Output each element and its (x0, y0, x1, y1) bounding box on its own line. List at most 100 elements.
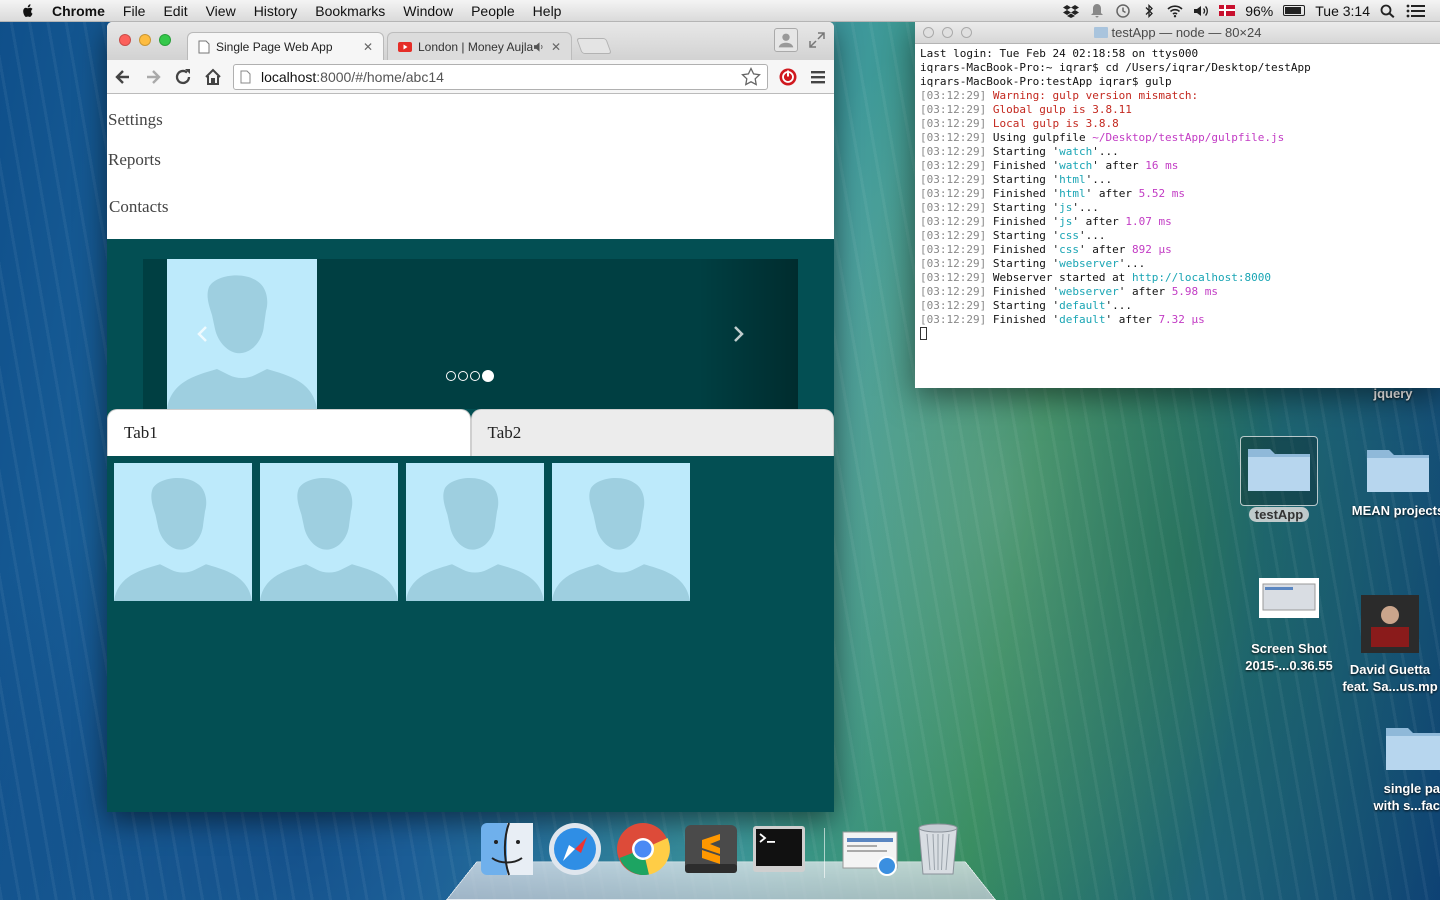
terminal-line: [03:12:29] Global gulp is 3.8.11 (920, 103, 1435, 117)
desktop-file-screenshot[interactable]: Screen Shot 2015-...0.36.55 (1234, 578, 1344, 674)
chrome-icon[interactable] (614, 820, 672, 878)
close-button[interactable] (923, 27, 934, 38)
browser-tab-active[interactable]: Single Page Web App ✕ (187, 32, 384, 60)
apple-icon[interactable] (18, 3, 38, 19)
terminal-text: 892 μs (1131, 243, 1172, 256)
terminal-text: [03:12:29] (920, 131, 987, 144)
desktop-folder-testapp[interactable]: testApp (1240, 436, 1318, 523)
dock-separator (824, 828, 825, 878)
menu-history[interactable]: History (254, 3, 298, 19)
screenshot-thumbnail-icon (1259, 578, 1319, 618)
zoom-button[interactable] (961, 27, 972, 38)
browser-tab-inactive[interactable]: London | Money Aujla F ✕ (387, 32, 572, 60)
fullscreen-icon[interactable] (808, 31, 826, 49)
terminal-output[interactable]: Last login: Tue Feb 24 02:18:58 on ttys0… (915, 44, 1440, 345)
notification-bell-icon[interactable] (1089, 3, 1105, 18)
menu-bar: Chrome File Edit View History Bookmarks … (0, 0, 1440, 22)
carousel-prev-chevron-icon[interactable] (193, 324, 213, 344)
browser-toolbar: localhost:8000/#/home/abc14 (107, 60, 834, 94)
terminal-text: html (1059, 173, 1086, 186)
time-machine-icon[interactable] (1115, 3, 1131, 18)
terminal-text: [03:12:29] (920, 271, 987, 284)
menu-people[interactable]: People (471, 3, 515, 19)
notification-center-icon[interactable] (1406, 4, 1426, 18)
menu-window[interactable]: Window (403, 3, 453, 19)
tab-1[interactable]: Tab1 (107, 409, 471, 456)
menu-chrome[interactable]: Chrome (52, 3, 105, 19)
minimize-button[interactable] (139, 34, 151, 46)
nav-link-settings[interactable]: Settings (108, 110, 163, 130)
address-bar[interactable]: localhost:8000/#/home/abc14 (233, 63, 768, 90)
avatar-thumbnail[interactable] (260, 463, 398, 601)
page-icon (240, 70, 251, 83)
terminal-title: testApp — node — 80×24 (1111, 25, 1262, 40)
terminal-text: '... (1092, 145, 1119, 158)
bookmark-star-icon[interactable] (741, 66, 761, 87)
back-arrow-icon[interactable] (113, 67, 133, 87)
new-tab-button[interactable] (576, 38, 612, 54)
menu-view[interactable]: View (206, 3, 236, 19)
terminal-text: 5.52 ms (1138, 187, 1185, 200)
chrome-menu-icon[interactable] (808, 67, 828, 87)
avatar-thumbnail[interactable] (552, 463, 690, 601)
carousel-indicator-dot[interactable] (458, 371, 468, 381)
finder-icon[interactable] (478, 820, 536, 878)
terminal-cursor (920, 327, 927, 340)
carousel-indicator-dot[interactable] (470, 371, 480, 381)
carousel-indicator-dot[interactable] (482, 370, 494, 382)
close-button[interactable] (119, 34, 131, 46)
terminal-text: [03:12:29] (920, 299, 987, 312)
trash-icon[interactable] (909, 820, 967, 878)
forward-arrow-icon[interactable] (143, 67, 163, 87)
terminal-text: css (1059, 229, 1079, 242)
terminal-icon[interactable] (750, 820, 808, 878)
extension-icon[interactable] (778, 67, 798, 87)
spotlight-search-icon[interactable] (1380, 4, 1396, 18)
url-path: :8000/#/home/abc14 (316, 68, 444, 85)
preview-window-icon[interactable] (841, 820, 899, 878)
carousel-indicator-dot[interactable] (446, 371, 456, 381)
carousel-next-chevron-icon[interactable] (728, 324, 748, 344)
close-tab-icon[interactable]: ✕ (551, 40, 561, 54)
terminal-line: [03:12:29] Finished 'html' after 5.52 ms (920, 187, 1435, 201)
close-tab-icon[interactable]: ✕ (363, 40, 373, 54)
avatar-thumbnail[interactable] (406, 463, 544, 601)
nav-link-reports[interactable]: Reports (108, 150, 161, 170)
carousel-shade (698, 259, 798, 409)
safari-icon[interactable] (546, 820, 604, 878)
avatar-thumbnail[interactable] (114, 463, 252, 601)
profile-avatar-button[interactable] (774, 28, 798, 52)
desktop-file-music[interactable]: David Guetta feat. Sa...us.mp (1340, 595, 1440, 695)
terminal-titlebar[interactable]: testApp — node — 80×24 (915, 22, 1440, 44)
dropbox-icon[interactable] (1063, 4, 1080, 18)
tab-2[interactable]: Tab2 (470, 409, 834, 456)
volume-icon[interactable] (1193, 4, 1209, 18)
nav-link-contacts[interactable]: Contacts (109, 197, 169, 217)
minimize-button[interactable] (942, 27, 953, 38)
sublime-text-icon[interactable] (682, 820, 740, 878)
menu-bookmarks[interactable]: Bookmarks (315, 3, 385, 19)
home-icon[interactable] (203, 67, 223, 87)
terminal-text: [03:12:29] (920, 229, 987, 242)
desktop-folder-mean-projects[interactable]: MEAN projects (1348, 442, 1440, 519)
chrome-window[interactable]: Single Page Web App ✕ London | Money Auj… (107, 22, 834, 812)
terminal-text: Global gulp is 3.8.11 (986, 103, 1132, 116)
terminal-text: [03:12:29] (920, 117, 987, 130)
battery-icon[interactable] (1283, 5, 1306, 16)
zoom-button[interactable] (159, 34, 171, 46)
terminal-text: Starting ' (986, 173, 1060, 186)
url-text[interactable]: localhost:8000/#/home/abc14 (261, 69, 741, 85)
desktop-item-label-line1: single pa (1383, 781, 1440, 796)
menu-edit[interactable]: Edit (163, 3, 187, 19)
bluetooth-icon[interactable] (1141, 3, 1157, 18)
input-source-flag-icon[interactable] (1219, 5, 1236, 16)
reload-icon[interactable] (173, 67, 193, 87)
wifi-icon[interactable] (1167, 4, 1183, 18)
terminal-text: html (1059, 187, 1086, 200)
folder-icon (1367, 450, 1429, 492)
clock[interactable]: Tue 3:14 (1315, 3, 1370, 19)
menu-file[interactable]: File (123, 3, 146, 19)
terminal-window[interactable]: testApp — node — 80×24 Last login: Tue F… (915, 22, 1440, 388)
menu-help[interactable]: Help (533, 3, 562, 19)
desktop-folder-single-page[interactable]: single pa with s...fac (1368, 720, 1440, 814)
